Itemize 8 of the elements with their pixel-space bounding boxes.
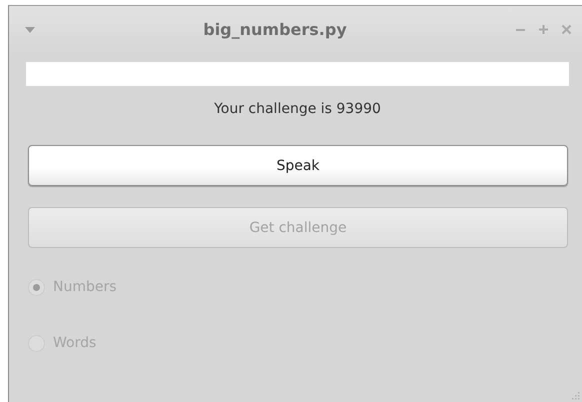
resize-grip-icon[interactable] [571, 391, 580, 400]
text-field[interactable] [26, 62, 569, 86]
challenge-label: Your challenge is 93990 [213, 100, 382, 119]
close-icon[interactable] [561, 24, 572, 35]
window-title: big_numbers.py [202, 20, 348, 39]
maximize-icon[interactable] [538, 24, 549, 35]
dropdown-arrow-icon[interactable] [25, 26, 35, 32]
speak-button[interactable]: Speak [28, 145, 568, 186]
